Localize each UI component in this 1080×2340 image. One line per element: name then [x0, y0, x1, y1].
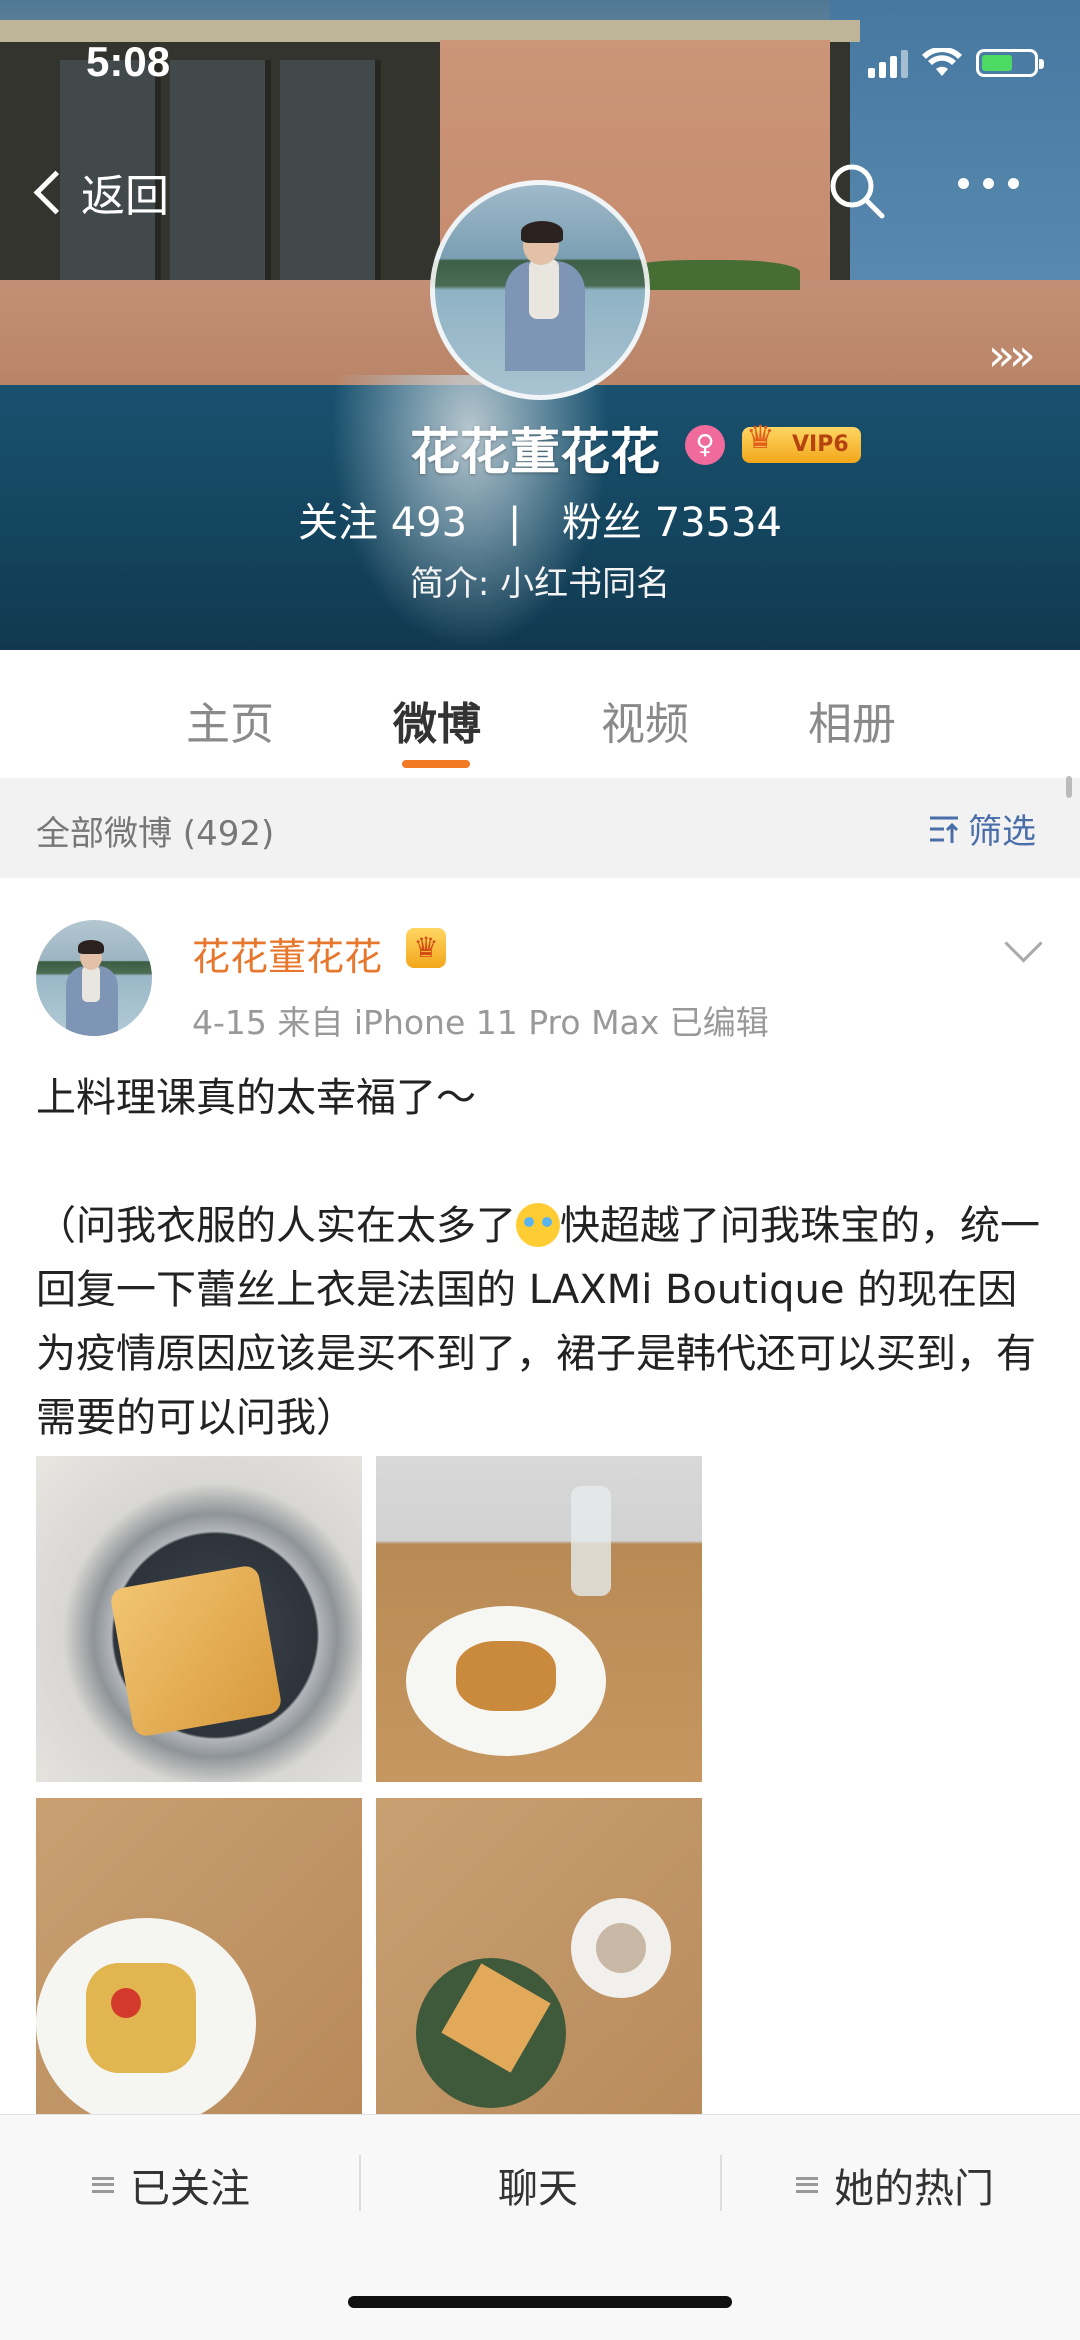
post-author-name[interactable]: 花花董花花 [192, 926, 382, 981]
profile-name: 花花董花花 [410, 423, 660, 481]
post-meta: 4-15 来自 iPhone 11 Pro Max 已编辑 [192, 1003, 769, 1042]
tab-album[interactable]: 相册 [808, 688, 896, 752]
menu-lines-icon [796, 2177, 818, 2193]
her-hot-button[interactable]: 她的热门 [796, 2155, 994, 2215]
her-hot-label: 她的热门 [834, 2166, 994, 2212]
followed-label: 已关注 [130, 2166, 250, 2212]
crying-laughing-emoji-icon [516, 1203, 560, 1247]
scrollbar[interactable] [1066, 776, 1072, 798]
tab-weibo[interactable]: 微博 [393, 688, 481, 752]
post-count-label: 全部微博 (492) [36, 814, 275, 854]
back-button[interactable]: 返回 [30, 160, 169, 224]
vip-badge[interactable]: ♛ VIP6 [742, 419, 861, 463]
filter-label: 筛选 [968, 812, 1036, 852]
weibo-post: 花花董花花 ♛ 4-15 来自 iPhone 11 Pro Max 已编辑 上料… [0, 878, 1080, 2124]
chevron-down-icon[interactable] [1004, 924, 1043, 963]
profile-tabs: 主页 微博 视频 相册 [0, 650, 1080, 778]
status-icons [868, 48, 1044, 78]
vip-label: VIP6 [792, 432, 849, 457]
followed-button[interactable]: 已关注 [92, 2155, 250, 2215]
following-count: 493 [390, 500, 468, 546]
menu-lines-icon [92, 2177, 114, 2193]
chat-button[interactable]: 聊天 [498, 2155, 578, 2215]
more-icon[interactable] [958, 178, 1019, 189]
status-time: 5:08 [86, 38, 171, 85]
tab-home[interactable]: 主页 [186, 688, 274, 752]
filter-button[interactable]: 筛选 [928, 804, 1036, 853]
followers-count: 73534 [654, 500, 782, 546]
active-tab-indicator [402, 760, 470, 768]
chat-label: 聊天 [498, 2166, 578, 2212]
profile-avatar[interactable] [430, 180, 650, 400]
post-photo-2[interactable] [376, 1456, 702, 1782]
vip-crown-icon: ♛ [406, 928, 446, 968]
profile-intro: 简介: 小红书同名 [409, 564, 671, 604]
battery-icon [976, 49, 1044, 77]
following-link[interactable]: 关注 493 [298, 500, 480, 546]
tab-video[interactable]: 视频 [601, 688, 689, 752]
post-author-avatar[interactable] [36, 920, 152, 1036]
cover-expand-icon[interactable]: »» [988, 330, 1036, 381]
filter-bar: 全部微博 (492) 筛选 [0, 778, 1080, 878]
post-photo-1[interactable] [36, 1456, 362, 1782]
post-photo-3[interactable] [36, 1798, 362, 2124]
profile-counts: 关注 493 | 粉丝 73534 [0, 490, 1080, 548]
post-text: 上料理课真的太幸福了～ （问我衣服的人实在太多了 快超越了问我珠宝的，统一回复一下… [36, 1066, 1046, 1450]
search-icon[interactable] [828, 162, 886, 220]
count-separator: | [507, 500, 522, 546]
female-icon: ♀ [685, 425, 725, 465]
followers-link[interactable]: 粉丝 73534 [562, 500, 782, 546]
post-photo-4[interactable] [376, 1798, 702, 2124]
back-label: 返回 [81, 171, 169, 222]
cellular-signal-icon [868, 48, 908, 78]
filter-icon [930, 816, 959, 843]
status-bar: 5:08 [0, 0, 1080, 130]
post-line-2a: （问我衣服的人实在太多了 [36, 1203, 516, 1249]
home-indicator[interactable] [348, 2296, 732, 2308]
crown-icon: ♛ [746, 418, 775, 456]
chevron-left-icon [33, 170, 78, 214]
wifi-icon [922, 48, 962, 76]
post-line-1: 上料理课真的太幸福了～ [36, 1075, 476, 1121]
